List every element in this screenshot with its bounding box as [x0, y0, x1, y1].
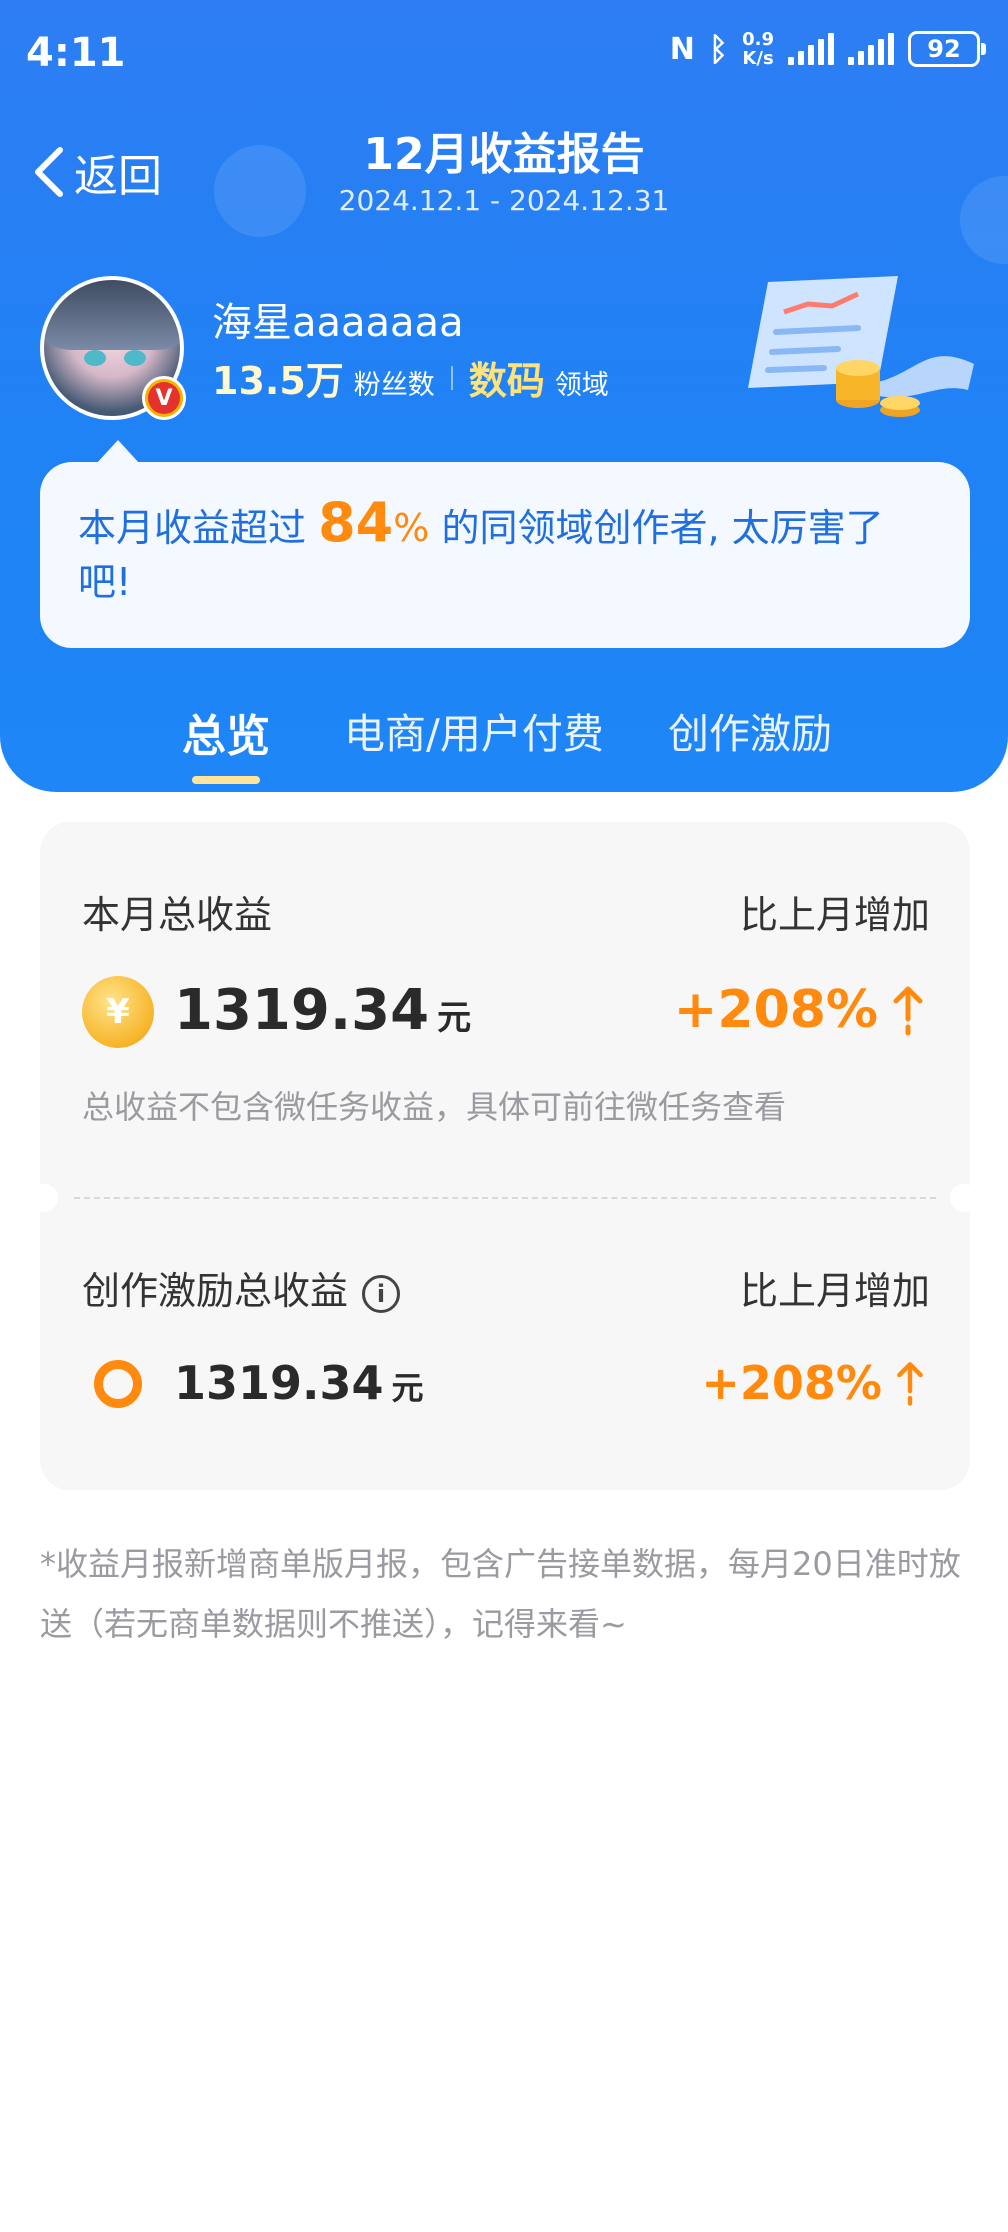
currency-symbol: ¥ [106, 992, 130, 1032]
tab-bar: 总览 电商/用户付费 创作激励 [0, 700, 1008, 780]
total-growth-value: +208% [673, 980, 878, 1040]
info-icon[interactable]: i [362, 1274, 401, 1313]
signal-icon [848, 33, 894, 65]
tab-overview[interactable]: 总览 [182, 700, 270, 764]
incentive-income-label: 创作激励总收益 [82, 1269, 349, 1313]
info-glyph: i [376, 1279, 386, 1308]
total-amount-value: 1319.34 [174, 978, 430, 1043]
incentive-amount-unit: 元 [391, 1369, 424, 1407]
total-amount-unit: 元 [437, 998, 472, 1038]
network-speed: 0.9 K/s [742, 30, 774, 68]
coin-icon: ¥ [82, 976, 154, 1048]
incentive-growth: +208% [701, 1356, 926, 1410]
verified-badge-icon: V [142, 376, 186, 420]
bubble-percent: 84 [318, 491, 394, 554]
bluetooth-icon: ᛒ [708, 30, 729, 68]
tab-ecommerce[interactable]: 电商/用户付费 [344, 700, 604, 760]
tab-incentive[interactable]: 创作激励 [668, 700, 832, 760]
bubble-prefix: 本月收益超过 [78, 506, 307, 550]
username: 海星aaaaaaa [212, 300, 464, 346]
signal-icon [788, 33, 834, 65]
battery-icon: 92 [908, 31, 986, 67]
status-bar: 4:11 N ᛒ 0.9 K/s 92 [0, 0, 1008, 110]
header-banner: 4:11 N ᛒ 0.9 K/s 92 返回 12月收益报告 2024.12.1… [0, 0, 1008, 792]
status-icons: N ᛒ 0.9 K/s 92 [669, 30, 986, 68]
arrow-up-icon [893, 986, 923, 1036]
bubble-percent-sign: % [393, 506, 430, 550]
incentive-compare-label: 比上月增加 [739, 1269, 930, 1313]
verified-badge-text: V [148, 382, 180, 414]
total-compare-label: 比上月增加 [739, 893, 930, 937]
ring-icon [94, 1360, 142, 1408]
arrow-up-icon [897, 1362, 923, 1406]
report-illustration-icon [748, 276, 974, 417]
card-notch [30, 1184, 58, 1212]
fans-count: 13.5万 [212, 359, 344, 403]
page-title: 12月收益报告 [363, 129, 645, 180]
tab-active-indicator [192, 776, 260, 784]
field-name: 数码 [468, 359, 545, 403]
total-amount: 1319.34 元 [174, 978, 471, 1043]
fans-label: 粉丝数 [353, 370, 435, 401]
profile-stats: 13.5万 粉丝数 数码 领域 [212, 350, 609, 405]
nfc-icon: N [669, 31, 695, 67]
total-income-label: 本月总收益 [82, 893, 273, 937]
network-speed-unit: K/s [742, 48, 774, 69]
status-time: 4:11 [26, 30, 126, 76]
card-notch [950, 1184, 978, 1212]
divider [450, 365, 453, 390]
network-speed-value: 0.9 [742, 29, 774, 50]
date-range: 2024.12.1 - 2024.12.31 [338, 184, 670, 217]
footer-note: *收益月报新增商单版月报，包含广告接单数据，每月20日准时放送（若无商单数据则不… [40, 1545, 961, 1643]
incentive-amount-value: 1319.34 [174, 1356, 384, 1410]
incentive-growth-value: +208% [701, 1356, 882, 1410]
incentive-amount: 1319.34 元 [174, 1356, 424, 1410]
ranking-bubble: 本月收益超过 84% 的同领域创作者, 太厉害了吧! [40, 440, 970, 648]
total-growth: +208% [674, 980, 926, 1040]
incentive-income-row: 创作激励总收益 i [82, 1260, 401, 1315]
dashed-divider [74, 1197, 936, 1199]
field-label: 领域 [554, 370, 609, 401]
total-income-note: 总收益不包含微任务收益，具体可前往微任务查看 [82, 1088, 787, 1126]
